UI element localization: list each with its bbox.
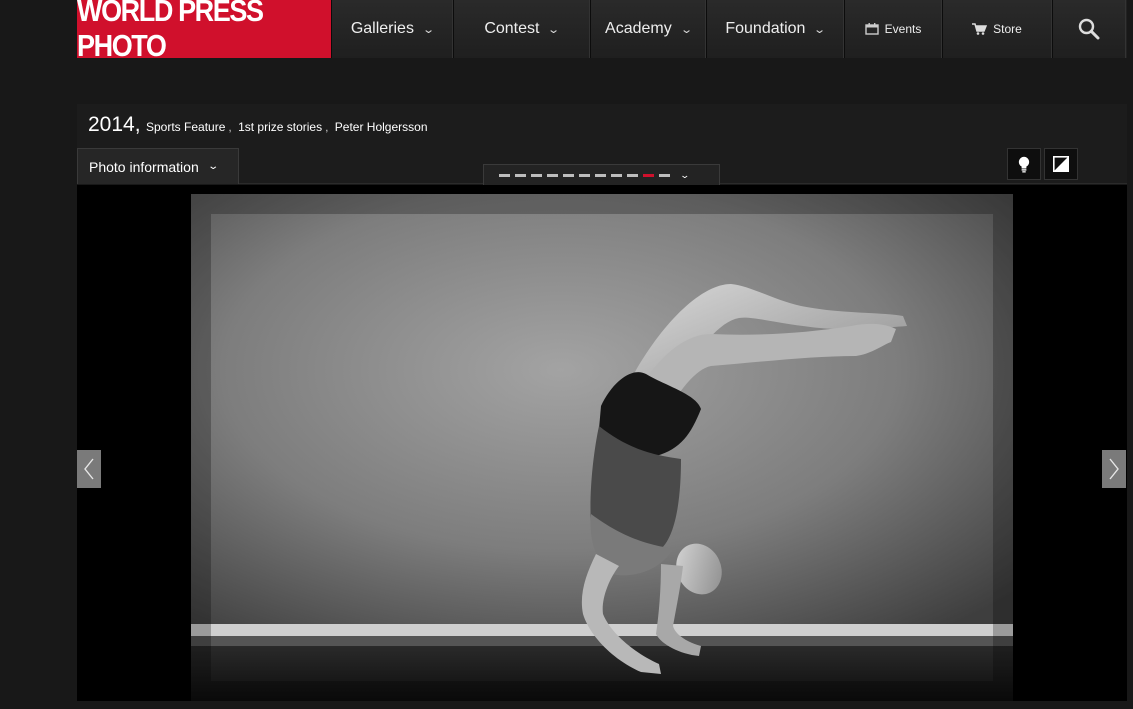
nav-item-label: Galleries [350, 20, 414, 37]
contrast-button[interactable] [1044, 148, 1078, 180]
nav-item-foundation[interactable]: Foundation ⌄ [706, 0, 844, 58]
chevron-down-icon: ⌄ [813, 23, 827, 36]
nav-item-store[interactable]: Store [942, 0, 1052, 58]
pager-dash[interactable] [611, 173, 622, 177]
chevron-down-icon: ⌄ [679, 23, 693, 36]
chevron-right-icon [1109, 458, 1119, 480]
pager-dash[interactable] [499, 173, 510, 177]
pager-dash[interactable] [659, 173, 670, 177]
gallery-photo[interactable] [191, 194, 1013, 701]
chevron-left-icon [84, 458, 94, 480]
main-navigation: WORLD PRESS PHOTO Galleries ⌄ Contest ⌄ … [77, 0, 1127, 63]
nav-item-label: Academy [605, 20, 672, 37]
lightbulb-icon [1018, 156, 1030, 172]
chevron-down-icon[interactable]: ⌄ [679, 170, 690, 181]
photo-information-label: Photo information [89, 158, 199, 175]
breadcrumb-photographer[interactable]: Peter Holgersson [335, 120, 428, 134]
pager-dash[interactable] [563, 173, 574, 177]
site-logo[interactable]: WORLD PRESS PHOTO [77, 0, 331, 63]
nav-item-contest[interactable]: Contest ⌄ [453, 0, 590, 58]
photo-title-bar: 2014, Sports Feature, 1st prize stories,… [77, 104, 1127, 148]
next-photo-button[interactable] [1102, 450, 1126, 488]
story-pager: ⌄ [483, 164, 720, 185]
events-label: Events [884, 22, 922, 36]
nav-item-label: Foundation [725, 20, 806, 37]
search-icon [1078, 18, 1100, 40]
pager-dash[interactable] [579, 173, 590, 177]
photo-year: 2014, [88, 113, 141, 136]
photo-controls: Photo information ⌄ ⌄ [77, 148, 1127, 185]
search-button[interactable] [1052, 0, 1126, 58]
calendar-icon [864, 23, 879, 35]
nav-item-label: Contest [484, 20, 540, 37]
pager-dash[interactable] [531, 173, 542, 177]
pager-dash[interactable] [627, 173, 638, 177]
breadcrumb-award[interactable]: 1st prize stories [238, 120, 322, 134]
nav-item-events[interactable]: Events [844, 0, 942, 58]
breadcrumb-category[interactable]: Sports Feature [146, 120, 225, 134]
pager-dash[interactable] [643, 173, 654, 177]
cart-icon [972, 23, 988, 35]
pager-dash[interactable] [515, 173, 526, 177]
previous-photo-button[interactable] [77, 450, 101, 488]
pager-dash[interactable] [547, 173, 558, 177]
contrast-icon [1053, 156, 1069, 172]
photo-information-button[interactable]: Photo information ⌄ [77, 148, 239, 184]
page: WORLD PRESS PHOTO Galleries ⌄ Contest ⌄ … [0, 0, 1133, 709]
breadcrumb-separator: , [228, 120, 232, 134]
chevron-down-icon: ⌄ [422, 23, 436, 36]
breadcrumb-separator: , [325, 120, 329, 134]
photo-stage [77, 185, 1127, 701]
gymnast-handstand-photo [191, 194, 1013, 701]
store-label: Store [993, 22, 1022, 36]
breadcrumb: Sports Feature, 1st prize stories, Peter… [146, 120, 428, 134]
logo-text: WORLD PRESS PHOTO [77, 0, 264, 63]
chevron-down-icon: ⌄ [547, 23, 561, 36]
lightbulb-button[interactable] [1007, 148, 1041, 180]
chevron-down-icon: ⌄ [207, 161, 219, 172]
pager-dash[interactable] [595, 173, 606, 177]
nav-item-academy[interactable]: Academy ⌄ [590, 0, 706, 58]
nav-item-galleries[interactable]: Galleries ⌄ [331, 0, 453, 58]
